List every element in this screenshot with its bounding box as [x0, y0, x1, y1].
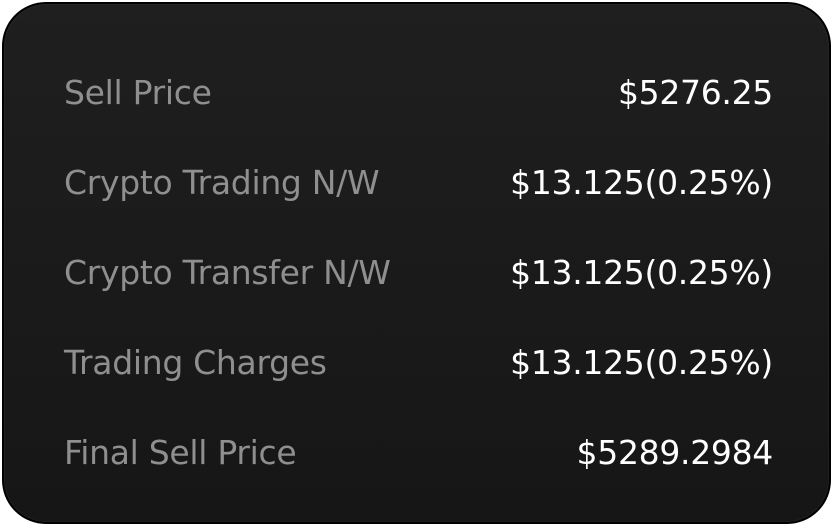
- sell-price-label: Sell Price: [64, 72, 212, 112]
- trading-charges-row: Trading Charges $13.125(0.25%): [64, 337, 773, 387]
- crypto-transfer-nw-value: $13.125(0.25%): [510, 252, 773, 292]
- sell-price-row: Sell Price $5276.25: [64, 67, 773, 117]
- crypto-transfer-nw-label: Crypto Transfer N/W: [64, 252, 391, 292]
- crypto-trading-nw-label: Crypto Trading N/W: [64, 162, 380, 202]
- trading-charges-label: Trading Charges: [64, 342, 327, 382]
- crypto-transfer-nw-row: Crypto Transfer N/W $13.125(0.25%): [64, 247, 773, 297]
- final-sell-price-label: Final Sell Price: [64, 432, 297, 472]
- final-sell-price-value: $5289.2984: [576, 432, 774, 472]
- final-sell-price-row: Final Sell Price $5289.2984: [64, 427, 773, 477]
- sell-summary-card: Sell Price $5276.25 Crypto Trading N/W $…: [2, 2, 831, 524]
- crypto-trading-nw-value: $13.125(0.25%): [510, 162, 773, 202]
- trading-charges-value: $13.125(0.25%): [510, 342, 773, 382]
- sell-price-value: $5276.25: [617, 72, 773, 112]
- crypto-trading-nw-row: Crypto Trading N/W $13.125(0.25%): [64, 157, 773, 207]
